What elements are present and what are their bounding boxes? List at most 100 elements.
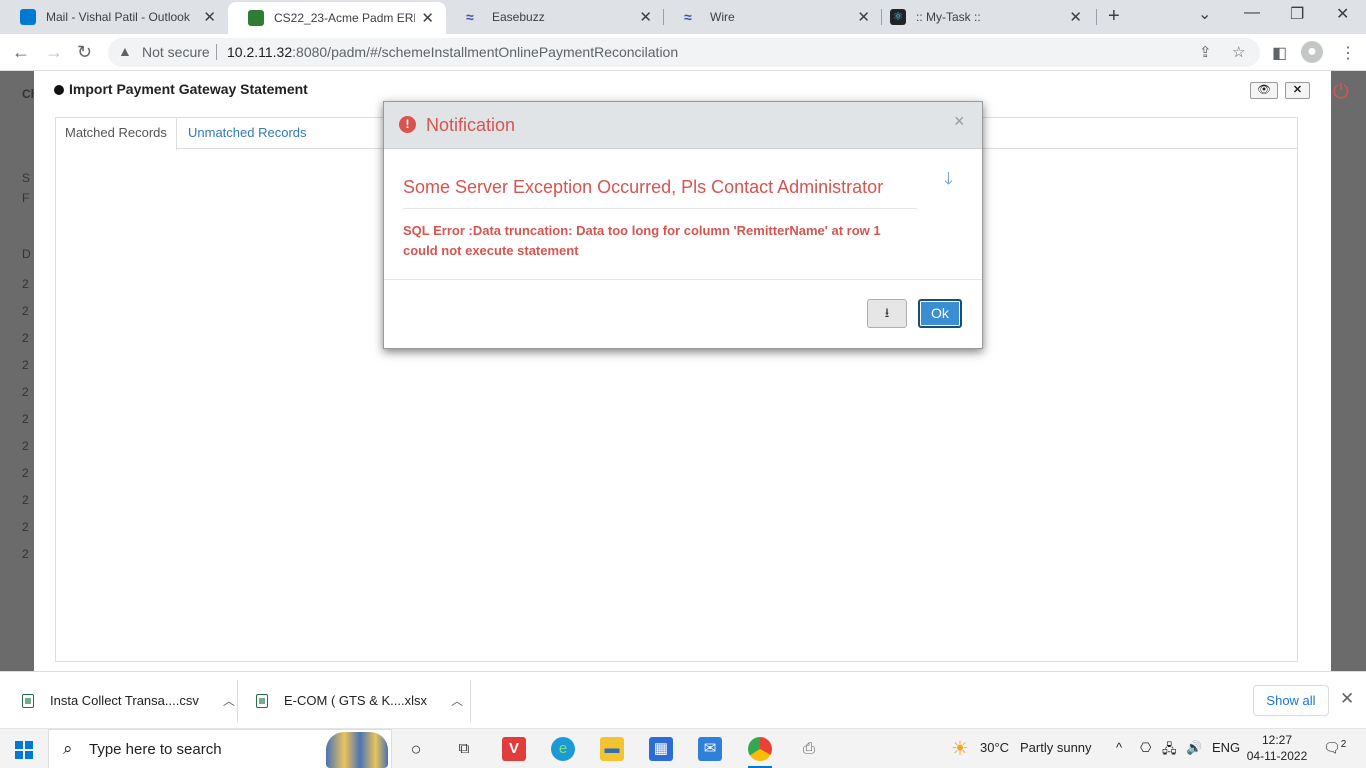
tab-search-icon[interactable]: ⌄ — [1198, 4, 1211, 24]
warning-icon[interactable]: ▲ — [118, 43, 132, 59]
tab-matched-records[interactable]: Matched Records — [56, 118, 177, 150]
printer-icon[interactable]: ⎙ — [797, 737, 821, 761]
dialog-header: ! Notification × — [384, 102, 982, 149]
tab-close-icon[interactable]: ✕ — [857, 8, 870, 26]
bg-text: S — [22, 171, 31, 185]
vivaldi-icon[interactable]: V — [502, 737, 526, 761]
show-all-button[interactable]: Show all — [1253, 685, 1329, 716]
arrow-down-icon[interactable]: 🡓 — [944, 166, 953, 195]
new-tab-button[interactable]: + — [1108, 5, 1120, 28]
clock[interactable]: 12:27 04-11-2022 — [1242, 732, 1312, 764]
erp-icon — [248, 10, 264, 26]
dialog-close-button[interactable]: × — [954, 111, 965, 132]
share-icon[interactable]: ⇪ — [1199, 43, 1212, 61]
file-explorer-icon[interactable]: ▬ — [600, 737, 624, 761]
tab-close-icon[interactable]: ✕ — [639, 8, 652, 26]
tab-outlook[interactable]: Mail - Vishal Patil - Outlook ✕ — [0, 0, 228, 34]
notification-center-icon[interactable]: 🗨2 — [1323, 739, 1346, 757]
chevron-up-icon[interactable]: ︿ — [451, 692, 463, 709]
react-icon: ⚛ — [890, 9, 906, 25]
bookmark-star-icon[interactable]: ☆ — [1232, 43, 1245, 61]
error-icon: ! — [399, 116, 416, 133]
mail-icon[interactable]: ✉ — [698, 737, 722, 761]
download-bar: Insta Collect Transa....csv ︿ E-COM ( GT… — [0, 671, 1366, 728]
tab-close-icon[interactable]: ✕ — [1069, 8, 1082, 26]
panel-title: Import Payment Gateway Statement — [54, 81, 308, 97]
csv-file-icon — [22, 693, 34, 708]
chrome-icon[interactable] — [748, 737, 772, 761]
forward-icon[interactable]: → — [45, 42, 63, 63]
store-icon[interactable]: ▦ — [649, 737, 673, 761]
omnibox[interactable]: ▲ Not secure 10.2.11.32:8080/padm/#/sche… — [108, 38, 1260, 67]
error-detail-line: SQL Error :Data truncation: Data too lon… — [403, 223, 881, 238]
language-indicator[interactable]: ENG — [1212, 740, 1240, 755]
tab-erp[interactable]: CS22_23-Acme Padm ERP Pla ✕ — [228, 2, 446, 34]
tab-title: CS22_23-Acme Padm ERP Pla — [274, 11, 415, 25]
security-label[interactable]: Not secure — [142, 44, 210, 60]
tab-title: Easebuzz — [492, 10, 545, 24]
ok-button[interactable]: Ok — [918, 299, 962, 328]
bg-text: 2 — [22, 466, 29, 480]
download-divider — [470, 680, 471, 722]
bg-text: F — [22, 191, 30, 205]
task-view-icon[interactable]: ⧉ — [452, 737, 476, 761]
divider — [403, 208, 917, 209]
bullet-icon — [54, 85, 64, 96]
tab-close-icon[interactable]: ✕ — [421, 9, 434, 27]
tab-mytask[interactable]: ⚛ :: My-Task :: ✕ — [870, 0, 1094, 34]
weather-temp[interactable]: 30°C — [980, 740, 1009, 755]
weather-icon[interactable]: ☀ — [948, 737, 972, 761]
download-item[interactable]: Insta Collect Transa....csv ︿ — [22, 672, 237, 729]
power-icon[interactable]: ⏻ — [1333, 81, 1349, 104]
back-icon[interactable]: ← — [12, 42, 30, 63]
tab-title: :: My-Task :: — [916, 10, 981, 24]
panel-title-text: Import Payment Gateway Statement — [69, 81, 308, 97]
error-detail: SQL Error :Data truncation: Data too lon… — [403, 221, 943, 261]
bg-text: 2 — [22, 358, 29, 372]
clock-time: 12:27 — [1261, 733, 1293, 747]
weather-text[interactable]: Partly sunny — [1020, 740, 1092, 755]
download-divider — [237, 680, 238, 722]
menu-icon[interactable]: ⋮ — [1340, 43, 1356, 63]
meet-now-icon[interactable]: ⎔ — [1140, 740, 1151, 756]
notification-count: 2 — [1340, 739, 1347, 750]
restore-button[interactable]: ❐ — [1290, 4, 1304, 24]
eye-icon[interactable]: 👁 — [1250, 82, 1278, 99]
taskbar-search-box[interactable]: ⌕ Type here to search — [48, 729, 392, 768]
panel-close-button[interactable]: ✕ — [1285, 82, 1310, 99]
dialog-title: Notification — [426, 115, 516, 135]
notification-dialog: ! Notification × 🡓 Some Server Exception… — [383, 101, 983, 349]
network-icon[interactable]: 🖧 — [1162, 740, 1177, 762]
reload-icon[interactable]: ↻ — [77, 42, 92, 63]
side-panel-icon[interactable]: ◧ — [1272, 43, 1287, 63]
close-icon[interactable]: ✕ — [1340, 689, 1354, 709]
tray-chevron-icon[interactable]: ^ — [1116, 740, 1122, 755]
tab-title: Mail - Vishal Patil - Outlook — [46, 10, 190, 24]
url-text[interactable]: 10.2.11.32:8080/padm/#/schemeInstallment… — [227, 44, 678, 60]
edge-icon[interactable]: e — [551, 737, 575, 761]
tab-wire[interactable]: ≈ Wire ✕ — [664, 0, 882, 34]
bg-text: 2 — [22, 439, 29, 453]
bg-text: 2 — [22, 304, 29, 318]
dialog-body: 🡓 Some Server Exception Occurred, Pls Co… — [384, 149, 982, 279]
tab-close-icon[interactable]: ✕ — [203, 8, 216, 26]
volume-icon[interactable]: 🔊 — [1186, 740, 1202, 756]
tab-unmatched-records[interactable]: Unmatched Records — [179, 118, 316, 149]
windows-start-icon[interactable] — [15, 741, 33, 759]
profile-icon[interactable]: ● — [1301, 41, 1323, 63]
window-close-button[interactable]: ✕ — [1336, 4, 1349, 24]
tab-easebuzz[interactable]: ≈ Easebuzz ✕ — [446, 0, 664, 34]
error-heading: Some Server Exception Occurred, Pls Cont… — [403, 177, 884, 197]
error-detail-line: could not execute statement — [403, 243, 579, 258]
minimize-button[interactable]: — — [1244, 4, 1260, 22]
outlook-icon — [20, 9, 36, 25]
omnibox-divider — [216, 44, 217, 60]
download-filename: E-COM ( GTS & K....xlsx — [284, 693, 428, 708]
download-item[interactable]: E-COM ( GTS & K....xlsx ︿ — [256, 672, 470, 729]
cortana-icon[interactable]: ○ — [404, 737, 428, 761]
windows-taskbar: ⌕ Type here to search ○ ⧉ V e ▬ ▦ ✉ ⎙ ☀ … — [0, 728, 1366, 768]
download-filename: Insta Collect Transa....csv — [50, 693, 199, 708]
address-toolbar: ← → ↻ ▲ Not secure 10.2.11.32:8080/padm/… — [0, 34, 1366, 71]
download-button[interactable]: ⭳ — [867, 299, 907, 328]
chevron-up-icon[interactable]: ︿ — [223, 692, 235, 709]
